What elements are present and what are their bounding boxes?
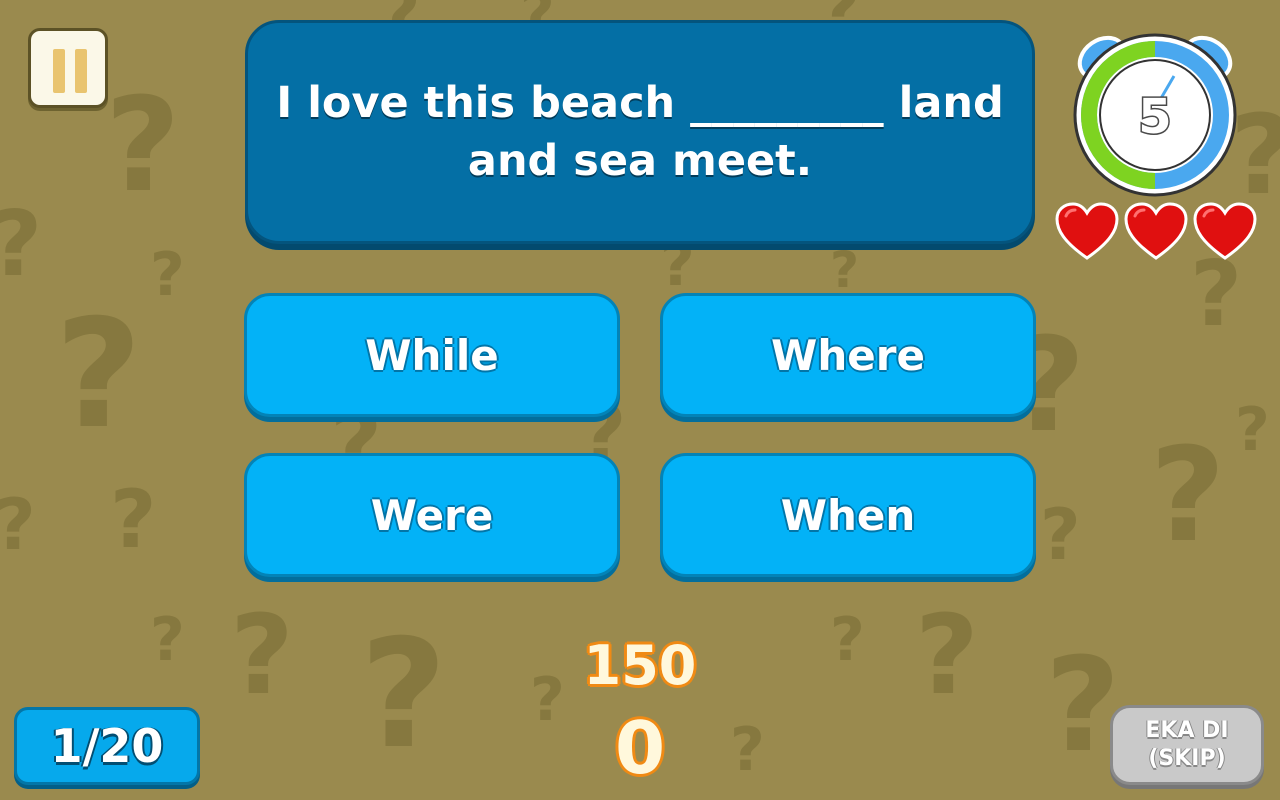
answer-button-when[interactable]: When bbox=[660, 453, 1036, 577]
question-mark-icon: ? bbox=[1235, 395, 1270, 465]
pause-button[interactable] bbox=[28, 28, 108, 108]
question-mark-icon: ? bbox=[55, 288, 143, 462]
question-mark-icon: ? bbox=[105, 69, 181, 221]
points-award: 150 bbox=[583, 634, 697, 697]
question-text: I love this beach _________ land and sea… bbox=[275, 74, 1005, 190]
skip-label-line-2: (SKIP) bbox=[1148, 746, 1226, 771]
question-panel: I love this beach _________ land and sea… bbox=[245, 20, 1035, 244]
alarm-clock-icon: 5 bbox=[1073, 33, 1237, 197]
heart-icon bbox=[1055, 202, 1119, 260]
question-mark-icon: ? bbox=[1150, 419, 1226, 571]
question-mark-icon: ? bbox=[0, 490, 36, 560]
question-mark-icon: ? bbox=[0, 200, 42, 290]
pause-icon bbox=[53, 49, 65, 93]
question-mark-icon: ? bbox=[150, 605, 185, 675]
question-mark-icon: ? bbox=[360, 608, 448, 782]
answer-button-were[interactable]: Were bbox=[244, 453, 620, 577]
question-mark-icon: ? bbox=[830, 241, 860, 299]
answer-button-while[interactable]: While bbox=[244, 293, 620, 417]
question-line-2: and sea meet. bbox=[467, 136, 813, 186]
question-mark-icon: ? bbox=[915, 591, 979, 719]
countdown-timer: 5 bbox=[1070, 28, 1240, 198]
heart-icon bbox=[1193, 202, 1257, 260]
skip-label-line-1: EKA DI bbox=[1145, 718, 1229, 743]
question-mark-icon: ? bbox=[1040, 494, 1081, 576]
score-value: 0 bbox=[614, 706, 666, 790]
pause-icon bbox=[75, 49, 87, 93]
question-mark-icon: ? bbox=[150, 240, 185, 310]
question-progress: 1/20 bbox=[14, 707, 200, 785]
answer-button-where[interactable]: Where bbox=[660, 293, 1036, 417]
lives bbox=[1054, 202, 1258, 264]
question-mark-icon: ? bbox=[230, 591, 294, 719]
skip-button[interactable]: EKA DI (SKIP) bbox=[1110, 705, 1264, 785]
question-mark-icon: ? bbox=[660, 230, 695, 300]
heart-icon bbox=[1124, 202, 1188, 260]
question-line-1: I love this beach _________ land bbox=[276, 78, 1004, 128]
timer-seconds: 5 bbox=[1138, 89, 1171, 145]
question-mark-icon: ? bbox=[110, 473, 157, 566]
question-mark-icon: ? bbox=[830, 605, 865, 675]
